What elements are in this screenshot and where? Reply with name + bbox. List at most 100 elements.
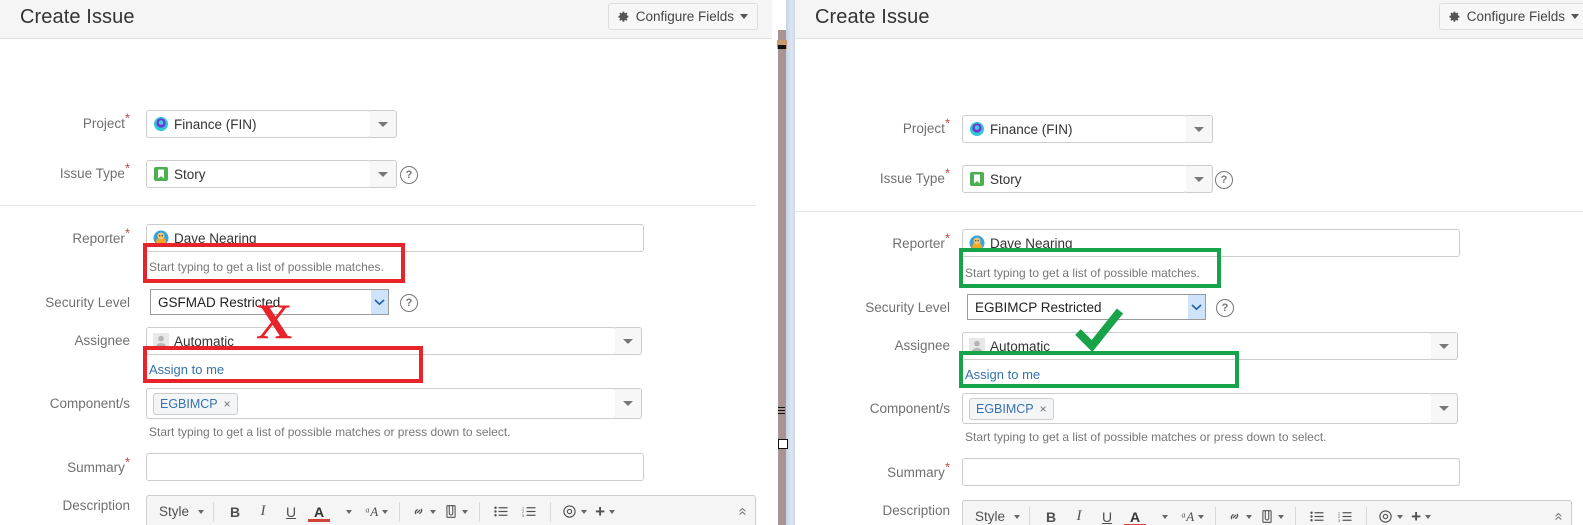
chevron-up-icon[interactable]: « — [734, 507, 751, 515]
configure-fields-label: Configure Fields — [1466, 9, 1565, 24]
issue-type-value: Story — [174, 166, 206, 182]
chevron-down-icon — [1397, 514, 1404, 519]
description-label: Description — [882, 503, 950, 518]
components-dropdown-arrow[interactable] — [615, 388, 642, 419]
reporter-value: Dave Nearing — [990, 235, 1073, 251]
components-label: Component/s — [869, 401, 950, 416]
scrollbar-thumb[interactable] — [778, 30, 786, 525]
editor-toolbar: Style B I U A ᵃA 1 2 3 + « — [963, 501, 1571, 525]
components-field[interactable]: EGBIMCP × — [962, 393, 1432, 424]
paperclip-icon[interactable] — [1256, 506, 1288, 525]
bullet-list-icon[interactable] — [1303, 506, 1331, 525]
user-placeholder-icon — [153, 333, 169, 349]
mention-icon[interactable] — [1374, 506, 1407, 525]
assign-to-me-link[interactable]: Assign to me — [965, 367, 1040, 382]
assignee-value: Automatic — [990, 338, 1051, 354]
chevron-down-icon — [609, 509, 616, 514]
underline-button[interactable]: U — [1093, 506, 1121, 525]
browser-scrollbar[interactable] — [772, 0, 795, 525]
text-color-dropdown[interactable] — [333, 501, 361, 523]
security-level-help-icon[interactable]: ? — [400, 294, 418, 312]
description-editor[interactable]: Style B I U A ᵃA 1 2 3 + « — [962, 500, 1572, 525]
svg-text:3: 3 — [522, 514, 524, 518]
section-divider — [0, 205, 756, 206]
paperclip-icon[interactable] — [440, 501, 472, 523]
summary-input[interactable] — [146, 453, 644, 481]
link-icon[interactable] — [1223, 506, 1256, 525]
project-label: Project* — [82, 110, 130, 132]
components-field[interactable]: EGBIMCP × — [146, 388, 616, 419]
bold-button[interactable]: B — [221, 501, 249, 523]
project-dropdown-arrow[interactable] — [1186, 115, 1213, 143]
chevron-down-icon — [1439, 406, 1449, 411]
italic-button[interactable]: I — [1065, 506, 1093, 525]
assign-to-me-link[interactable]: Assign to me — [149, 362, 224, 377]
security-level-dropdown-arrow[interactable] — [371, 290, 388, 314]
link-icon[interactable] — [407, 501, 440, 523]
dialog-header-left: Create Issue Configure Fields — [0, 0, 772, 39]
issue-type-field[interactable]: Story — [146, 160, 371, 188]
text-color-button[interactable]: A — [305, 501, 333, 523]
bullet-list-icon[interactable] — [487, 501, 515, 523]
style-dropdown[interactable]: Style — [155, 501, 206, 523]
issue-type-dropdown-arrow[interactable] — [370, 160, 397, 188]
project-field[interactable]: Finance (FIN) — [146, 110, 371, 138]
bold-button[interactable]: B — [1037, 506, 1065, 525]
toolbar-divider — [399, 501, 401, 522]
component-chip[interactable]: EGBIMCP × — [969, 397, 1054, 420]
project-dropdown-arrow[interactable] — [370, 110, 397, 138]
configure-fields-button[interactable]: Configure Fields — [1438, 3, 1583, 30]
description-editor[interactable]: Style B I U A ᵃA 1 2 3 + « — [146, 495, 756, 525]
close-icon[interactable]: × — [1040, 402, 1047, 416]
configure-fields-label: Configure Fields — [635, 9, 734, 24]
page-title: Create Issue — [815, 6, 930, 28]
issue-type-field[interactable]: Story — [962, 165, 1187, 193]
chevron-down-icon — [1198, 514, 1205, 519]
scroll-up-arrow-icon[interactable] — [777, 40, 787, 49]
numbered-list-icon[interactable]: 123 — [515, 501, 543, 523]
project-field[interactable]: Finance (FIN) — [962, 115, 1187, 143]
summary-label: Summary* — [67, 454, 130, 476]
close-icon[interactable]: × — [224, 397, 231, 411]
text-effects-button[interactable]: ᵃA — [361, 501, 392, 523]
chevron-up-icon[interactable]: « — [1550, 512, 1567, 520]
assignee-field[interactable]: Automatic — [962, 332, 1432, 360]
underline-button[interactable]: U — [277, 501, 305, 523]
text-color-button[interactable]: A — [1121, 506, 1149, 525]
assignee-dropdown-arrow[interactable] — [1431, 332, 1458, 360]
chevron-down-icon — [1014, 514, 1021, 519]
security-level-select[interactable]: GSFMAD Restricted — [150, 289, 389, 315]
toolbar-divider — [479, 501, 481, 522]
text-color-dropdown[interactable] — [1149, 506, 1177, 525]
chevron-down-icon — [382, 509, 389, 514]
plus-icon[interactable]: + — [591, 501, 619, 523]
security-level-value: GSFMAD Restricted — [158, 294, 281, 310]
text-effects-button[interactable]: ᵃA — [1177, 506, 1208, 525]
component-chip[interactable]: EGBIMCP × — [153, 392, 238, 415]
security-level-help-icon[interactable]: ? — [1216, 299, 1234, 317]
components-dropdown-arrow[interactable] — [1431, 393, 1458, 424]
issue-type-dropdown-arrow[interactable] — [1186, 165, 1213, 193]
security-level-label: Security Level — [865, 300, 950, 315]
plus-icon[interactable]: + — [1407, 506, 1435, 525]
numbered-list-icon[interactable]: 123 — [1331, 506, 1359, 525]
reporter-field[interactable]: Dave Nearing — [962, 229, 1460, 257]
user-placeholder-icon — [969, 338, 985, 354]
issue-type-help-icon[interactable]: ? — [1215, 171, 1233, 189]
assignee-dropdown-arrow[interactable] — [615, 327, 642, 355]
story-type-icon — [969, 171, 985, 187]
reporter-field[interactable]: Dave Nearing — [146, 224, 644, 252]
chevron-down-icon — [378, 121, 388, 127]
issue-type-help-icon[interactable]: ? — [400, 166, 418, 184]
security-level-dropdown-arrow[interactable] — [1188, 295, 1205, 319]
assignee-field[interactable]: Automatic — [146, 327, 616, 355]
style-dropdown[interactable]: Style — [971, 506, 1022, 525]
security-level-select[interactable]: EGBIMCP Restricted — [967, 294, 1206, 320]
mention-icon[interactable] — [558, 501, 591, 523]
description-label: Description — [62, 498, 130, 513]
chevron-down-icon — [1278, 514, 1285, 519]
resize-handle-icon[interactable] — [778, 439, 788, 449]
summary-input[interactable] — [962, 458, 1460, 486]
configure-fields-button[interactable]: Configure Fields — [607, 3, 758, 30]
italic-button[interactable]: I — [249, 501, 277, 523]
